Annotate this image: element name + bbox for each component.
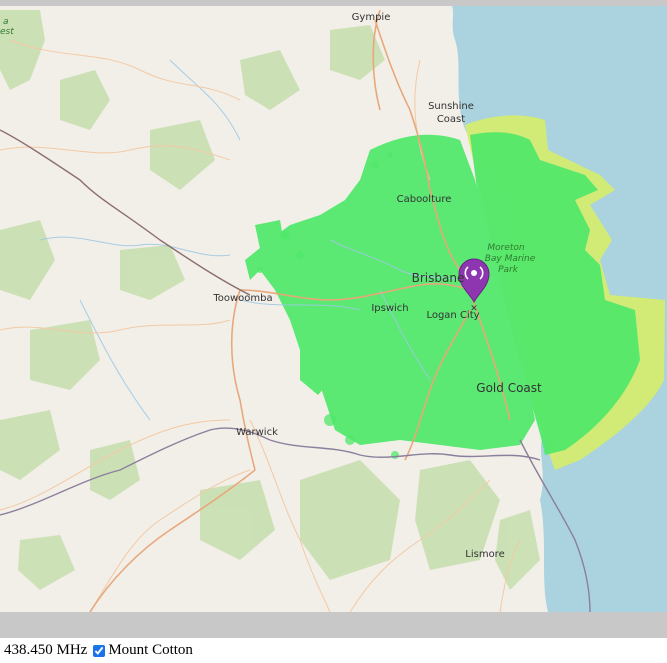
separator-bar	[0, 612, 667, 638]
place-label: Logan City	[426, 310, 479, 321]
place-label: a	[3, 17, 9, 27]
place-label: Sunshine	[428, 101, 474, 112]
frequency-label: 438.450 MHz	[4, 642, 88, 658]
place-label: Bay Marine	[485, 254, 536, 264]
coverage-map[interactable]: ✕ Gympie Sunshine Coast Caboolture Moret…	[0, 6, 667, 612]
place-label: Brisbane	[412, 271, 465, 285]
place-label: Lismore	[465, 549, 504, 560]
place-label: Caboolture	[397, 194, 452, 205]
footer-bar: 438.450 MHz Mount Cotton	[0, 638, 667, 663]
site-label[interactable]: Mount Cotton	[108, 642, 193, 659]
place-label: Gympie	[352, 12, 391, 23]
place-label: Gold Coast	[476, 381, 542, 395]
place-label: Coast	[437, 114, 465, 125]
place-label: est	[0, 27, 14, 37]
place-label: Park	[498, 265, 519, 275]
place-label: Warwick	[236, 427, 278, 438]
place-label: Toowoomba	[212, 293, 272, 304]
place-label: Ipswich	[371, 303, 408, 314]
place-label: Moreton	[487, 243, 525, 253]
site-checkbox[interactable]	[93, 644, 106, 657]
